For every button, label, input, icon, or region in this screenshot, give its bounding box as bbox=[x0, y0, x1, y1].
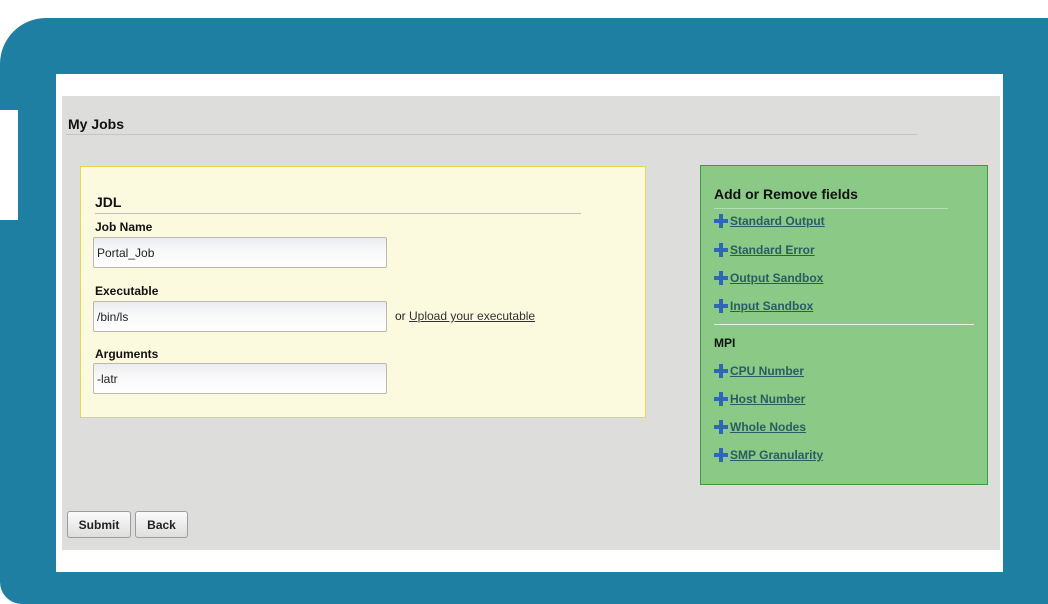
or-text: or bbox=[395, 309, 406, 323]
executable-label: Executable bbox=[95, 284, 159, 298]
jdl-divider bbox=[95, 213, 581, 214]
submit-button[interactable]: Submit bbox=[67, 511, 131, 538]
add-input-sandbox-link[interactable]: Input Sandbox bbox=[714, 297, 813, 315]
plus-icon bbox=[714, 271, 728, 285]
arguments-label: Arguments bbox=[95, 347, 159, 361]
plus-icon bbox=[714, 448, 728, 462]
add-output-sandbox-label: Output Sandbox bbox=[730, 271, 824, 285]
add-standard-output-link[interactable]: Standard Output bbox=[714, 212, 825, 230]
job-name-label: Job Name bbox=[95, 220, 153, 234]
fields-panel-title: Add or Remove fields bbox=[714, 186, 858, 202]
add-output-sandbox-link[interactable]: Output Sandbox bbox=[714, 269, 823, 287]
add-host-number-link[interactable]: Host Number bbox=[714, 390, 805, 408]
arguments-input[interactable] bbox=[93, 363, 387, 394]
plus-icon bbox=[714, 243, 728, 257]
add-cpu-number-link[interactable]: CPU Number bbox=[714, 362, 804, 380]
executable-input[interactable] bbox=[93, 301, 387, 332]
title-divider bbox=[66, 134, 918, 135]
plus-icon bbox=[714, 392, 728, 406]
plus-icon bbox=[714, 214, 728, 228]
add-smp-granularity-link[interactable]: SMP Granularity bbox=[714, 446, 823, 464]
plus-icon bbox=[714, 364, 728, 378]
upload-executable-link[interactable]: Upload your executable bbox=[409, 309, 535, 323]
job-name-input[interactable] bbox=[93, 237, 387, 268]
fields-panel-divider bbox=[714, 208, 948, 209]
mpi-divider bbox=[714, 324, 974, 325]
add-standard-output-label: Standard Output bbox=[730, 214, 825, 228]
mpi-title: MPI bbox=[714, 336, 736, 350]
frame-notch bbox=[0, 110, 18, 220]
add-standard-error-label: Standard Error bbox=[730, 243, 815, 257]
page-title: My Jobs bbox=[68, 116, 125, 132]
add-cpu-number-label: CPU Number bbox=[730, 364, 805, 378]
plus-icon bbox=[714, 420, 728, 434]
add-input-sandbox-label: Input Sandbox bbox=[730, 299, 814, 313]
add-smp-granularity-label: SMP Granularity bbox=[730, 448, 824, 462]
plus-icon bbox=[714, 299, 728, 313]
jdl-title: JDL bbox=[95, 194, 122, 210]
add-whole-nodes-label: Whole Nodes bbox=[730, 420, 807, 434]
add-standard-error-link[interactable]: Standard Error bbox=[714, 241, 815, 259]
add-host-number-label: Host Number bbox=[730, 392, 806, 406]
add-whole-nodes-link[interactable]: Whole Nodes bbox=[714, 418, 806, 436]
back-button[interactable]: Back bbox=[135, 511, 188, 538]
